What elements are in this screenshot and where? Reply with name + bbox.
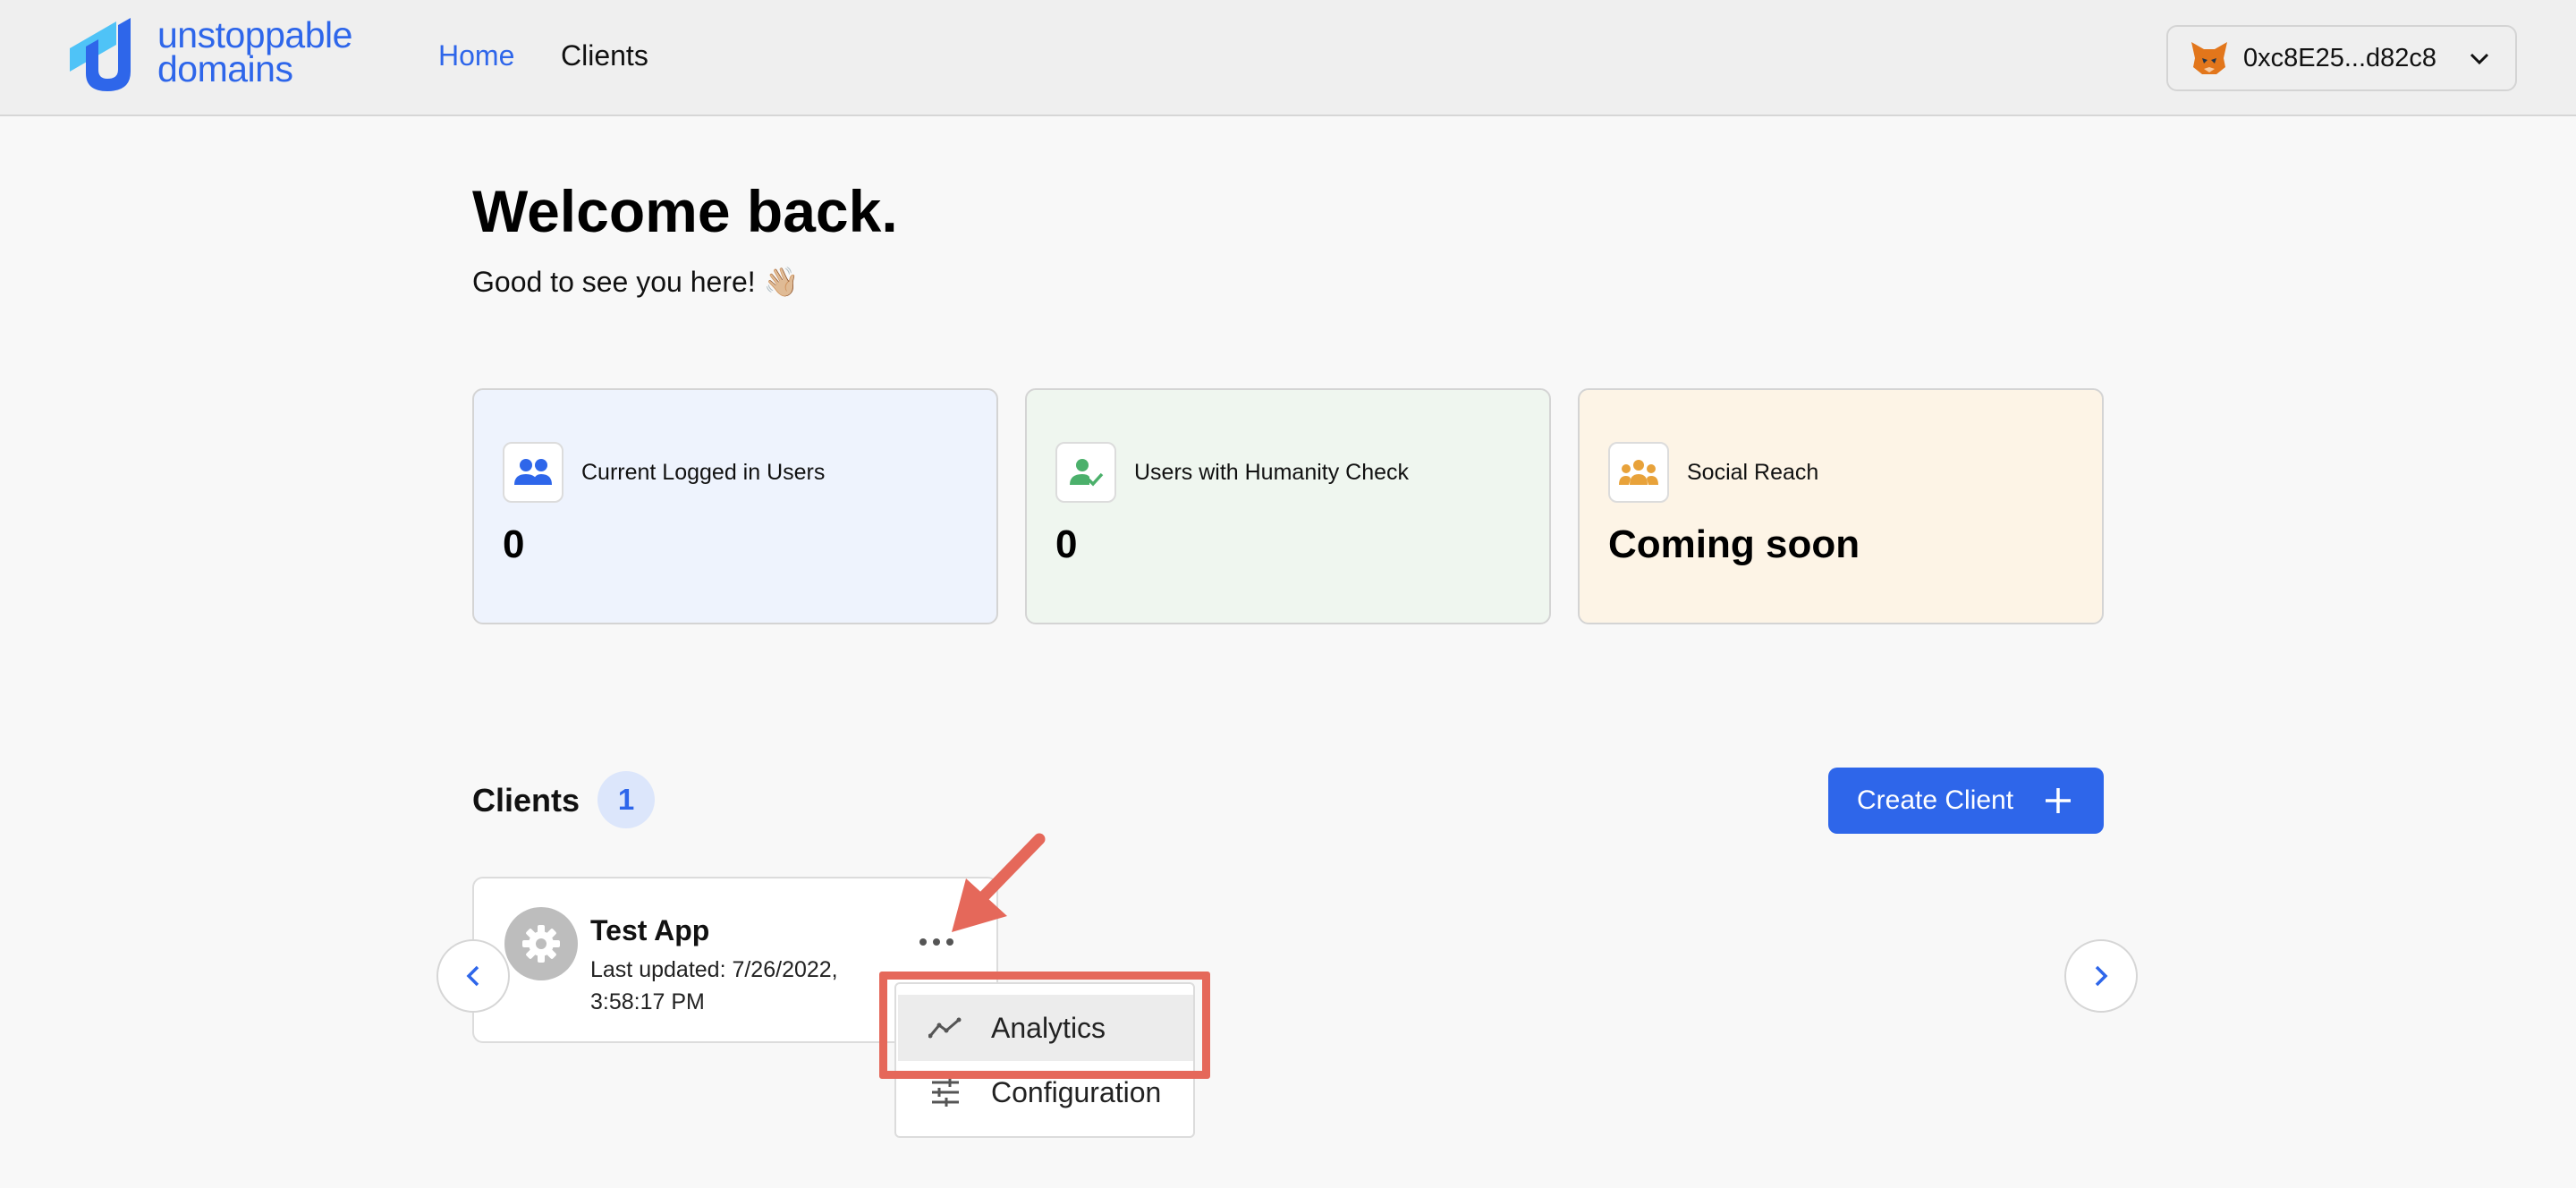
top-header: unstoppable domains Home Clients 0xc8E25…	[0, 0, 2576, 116]
clients-section-title: Clients	[472, 782, 580, 819]
annotation-arrow-icon	[952, 833, 1046, 932]
create-client-button[interactable]: Create Client	[1828, 768, 2104, 834]
page-subtitle: Good to see you here! 👋🏼	[472, 266, 800, 298]
user-check-icon	[1055, 442, 1116, 503]
stat-value: 0	[1055, 522, 1078, 566]
users-icon	[503, 442, 564, 503]
nav-clients-link[interactable]: Clients	[561, 39, 648, 72]
unstoppable-logo-icon[interactable]	[59, 18, 157, 93]
client-last-updated: Last updated: 7/26/2022, 3:58:17 PM	[590, 957, 838, 1014]
chevron-right-icon	[2095, 965, 2108, 987]
wallet-address: 0xc8E25...d82c8	[2243, 43, 2437, 72]
group-icon	[1608, 442, 1669, 503]
page-title: Welcome back.	[472, 178, 898, 244]
stat-card-social-reach: Social Reach Coming soon	[1578, 388, 2104, 624]
stat-card-logged-in-users: Current Logged in Users 0	[472, 388, 998, 624]
stat-label: Users with Humanity Check	[1134, 460, 1410, 485]
stat-value: 0	[503, 522, 525, 566]
metamask-fox-icon	[2191, 42, 2227, 74]
stat-label: Social Reach	[1687, 460, 1819, 485]
client-name: Test App	[590, 914, 710, 946]
annotation-highlight-box	[879, 972, 1210, 1079]
chevron-down-icon	[2470, 53, 2489, 65]
brand-line-1: unstoppable	[157, 14, 352, 55]
brand-wordmark[interactable]: unstoppable domains	[157, 14, 390, 89]
carousel-next-button[interactable]	[2064, 939, 2138, 1013]
menu-item-label: Configuration	[991, 1075, 1162, 1108]
stat-label: Current Logged in Users	[581, 460, 826, 485]
carousel-prev-button[interactable]	[436, 939, 510, 1013]
sliders-icon	[932, 1078, 959, 1107]
nav-home-link[interactable]: Home	[438, 39, 514, 72]
brand-line-2: domains	[157, 48, 293, 89]
plus-icon	[2046, 788, 2071, 813]
stat-value: Coming soon	[1608, 522, 1860, 566]
chevron-left-icon	[466, 965, 479, 987]
stat-card-humanity-check: Users with Humanity Check 0	[1025, 388, 1551, 624]
create-client-label: Create Client	[1857, 785, 2014, 815]
gear-icon	[504, 907, 578, 980]
clients-count-badge: 1	[597, 771, 655, 828]
wallet-dropdown[interactable]: 0xc8E25...d82c8	[2166, 25, 2517, 91]
